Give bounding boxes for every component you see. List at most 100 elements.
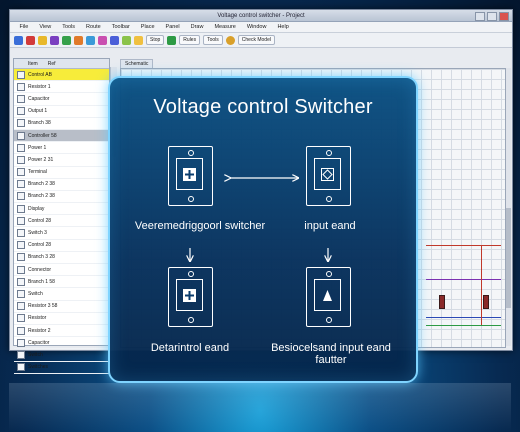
minimize-button[interactable]: [475, 12, 485, 21]
label-icon[interactable]: [98, 35, 107, 45]
list-item[interactable]: Control AB: [14, 69, 109, 82]
list-item-label: Power 2 31: [28, 156, 54, 163]
check-model-button[interactable]: Check Model: [237, 35, 275, 45]
component-icon: [17, 155, 25, 164]
menu-file[interactable]: File: [14, 24, 34, 30]
triangle-icon: [323, 290, 332, 301]
port-icon[interactable]: [110, 35, 119, 45]
red-wire[interactable]: [426, 245, 501, 246]
junction-icon[interactable]: [122, 35, 131, 45]
component-icon: [17, 241, 25, 250]
list-item[interactable]: Capacitor: [14, 337, 109, 350]
list-item[interactable]: Resistor 1: [14, 81, 109, 94]
switcher-label: Veeremedriggoorl switcher: [134, 220, 266, 232]
list-item[interactable]: Power 1: [14, 142, 109, 155]
input-node[interactable]: [306, 146, 351, 206]
canvas-scrollbar[interactable]: [506, 68, 511, 346]
ground-icon[interactable]: [86, 35, 95, 45]
diagram-overlay: Voltage control Switcher Veeremedriggoor…: [108, 76, 418, 383]
node-port: [187, 271, 194, 277]
list-item[interactable]: Control 28: [14, 240, 109, 252]
list-item[interactable]: Control 28: [14, 215, 109, 228]
column-header-ref[interactable]: Ref: [48, 61, 56, 67]
purple-wire[interactable]: [426, 279, 501, 280]
list-item-label: Switches: [28, 364, 49, 371]
component-icon: [17, 119, 25, 128]
rules-button[interactable]: Rules: [179, 35, 201, 45]
list-item[interactable]: Switch: [14, 349, 109, 362]
control-node[interactable]: [168, 267, 213, 327]
component-icon: [17, 326, 25, 335]
component-icon: [17, 302, 25, 311]
menu-toolbar[interactable]: Toolbar: [106, 24, 135, 30]
list-item[interactable]: Resistor 2: [14, 325, 109, 338]
resistor-symbol[interactable]: [439, 295, 445, 309]
node-port: [325, 150, 332, 156]
list-item[interactable]: Connector: [14, 264, 109, 277]
list-item[interactable]: Branch 2 38: [14, 191, 109, 204]
list-item-label: Capacitor: [28, 95, 50, 102]
menu-measure[interactable]: Measure: [209, 24, 241, 30]
component-icon: [17, 363, 25, 372]
list-item[interactable]: Branch 38: [14, 118, 109, 130]
list-item[interactable]: Display: [14, 203, 109, 216]
title-bar: Voltage control switcher - Project: [10, 10, 512, 22]
component-icon[interactable]: [50, 35, 59, 45]
list-header: Item Ref: [14, 59, 109, 69]
list-item[interactable]: Switches: [14, 362, 109, 374]
plus-icon: [183, 168, 196, 181]
switcher-node[interactable]: [168, 146, 213, 206]
list-item[interactable]: Controller 58: [14, 129, 109, 143]
list-item[interactable]: Power 2 31: [14, 154, 109, 167]
list-item-label: Switch 3: [28, 230, 47, 237]
menu-view[interactable]: View: [34, 24, 57, 30]
blue-wire[interactable]: [426, 317, 501, 318]
tab-schematic[interactable]: Schematic: [120, 59, 154, 68]
list-item-label: Resistor 3 58: [28, 303, 58, 310]
menu-tools[interactable]: Tools: [57, 24, 81, 30]
stop-button[interactable]: Stop: [146, 35, 165, 45]
close-button[interactable]: [499, 12, 509, 21]
window-controls: [475, 12, 509, 21]
list-item[interactable]: Branch 2 38: [14, 179, 109, 191]
menu-window[interactable]: Window: [241, 24, 272, 30]
node-port: [187, 317, 194, 323]
menu-place[interactable]: Place: [135, 24, 160, 30]
bus-icon[interactable]: [38, 35, 47, 45]
green-wire[interactable]: [426, 325, 501, 326]
input-label: input eand: [304, 220, 356, 232]
scroll-thumb[interactable]: [506, 208, 511, 308]
list-item[interactable]: Resistor: [14, 313, 109, 325]
tools-button[interactable]: Tools: [203, 35, 223, 45]
menu-route[interactable]: Route: [81, 24, 107, 30]
list-item[interactable]: Branch 3 28: [14, 252, 109, 264]
menu-panel[interactable]: Panel: [160, 24, 185, 30]
text-icon[interactable]: [134, 35, 143, 45]
list-item[interactable]: Resistor 3 58: [14, 301, 109, 313]
menu-help[interactable]: Help: [272, 24, 294, 30]
red-wire-vertical[interactable]: [481, 245, 482, 325]
list-item[interactable]: Switch 3: [14, 227, 109, 240]
list-item[interactable]: Capacitor: [14, 93, 109, 106]
list-item-label: Output 1: [28, 108, 48, 115]
component-icon: [17, 265, 25, 274]
net-icon[interactable]: [62, 35, 71, 45]
list-item[interactable]: Terminal: [14, 167, 109, 179]
window-reflection: [9, 383, 511, 432]
maximize-button[interactable]: [487, 12, 497, 21]
menu-bar: File View Tools Route Toolbar Place Pane…: [10, 22, 512, 33]
resistor-symbol[interactable]: [483, 295, 489, 309]
component-icon: [17, 107, 25, 116]
run-icon[interactable]: [167, 35, 177, 45]
list-item[interactable]: Switch: [14, 288, 109, 301]
pointer-icon[interactable]: [14, 35, 23, 45]
output-node[interactable]: [306, 267, 351, 327]
column-header-item[interactable]: Item: [28, 61, 38, 67]
check-icon[interactable]: [225, 35, 235, 45]
wire-icon[interactable]: [26, 35, 35, 45]
power-icon[interactable]: [74, 35, 83, 45]
list-item[interactable]: Branch 1 58: [14, 276, 109, 289]
menu-draw[interactable]: Draw: [185, 24, 209, 30]
list-item[interactable]: Output 1: [14, 106, 109, 118]
list-item-label: Control 28: [28, 242, 52, 249]
